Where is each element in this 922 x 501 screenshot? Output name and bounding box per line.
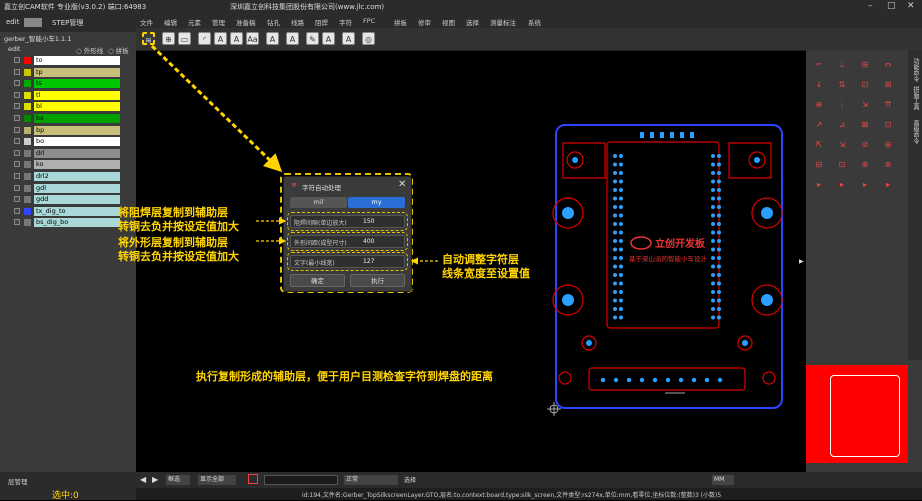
tool-icon-3[interactable]: ⇔ (881, 58, 895, 72)
display-all-button[interactable]: 显示全部 (198, 475, 236, 485)
tool-icon-22[interactable]: ⊕ (858, 158, 872, 172)
annotation-solder-line1: 将阻焊层复制到辅助层 (118, 206, 228, 219)
normal-dropdown[interactable]: 正常 (344, 475, 398, 485)
tool-icon-19[interactable]: ⊞ (881, 138, 895, 152)
annotation-solder-line2: 转铜去负并按设定值加大 (118, 220, 239, 233)
frame-select-icon[interactable] (248, 474, 258, 484)
annotation-execute: 执行复制形成的辅助层，便于用户目测检查字符到焊盘的距离 (196, 370, 493, 383)
tool-icon-1[interactable]: ⊥ (835, 58, 849, 72)
tool-icon-10[interactable]: ⇲ (858, 98, 872, 112)
tool-icon-6[interactable]: ⊡ (858, 78, 872, 92)
tool-icon-11[interactable]: ⇈ (881, 98, 895, 112)
tab-advanced-commands[interactable]: 高级命令 (911, 120, 920, 144)
tool-icon-25[interactable]: ▸ (835, 178, 849, 192)
tool-icon-15[interactable]: ⊡ (881, 118, 895, 132)
select-mode-dropdown[interactable]: 框选 (166, 475, 190, 485)
command-input[interactable] (264, 475, 338, 485)
tool-icon-17[interactable]: ⇲ (835, 138, 849, 152)
tool-icon-2[interactable]: ⊞ (858, 58, 872, 72)
status-text: id:194,文件名:Gerber_TopSilkscreenLayer.GTO… (302, 492, 722, 499)
annotation-char-line1: 自动调整字符层 (442, 253, 519, 266)
tool-icon-4[interactable]: ↓ (812, 78, 826, 92)
collapse-arrow-icon[interactable]: ▶ (799, 258, 804, 265)
annotation-char-line2: 线条宽度至设置值 (442, 267, 530, 280)
tool-icon-24[interactable]: ▸ (812, 178, 826, 192)
preview-outline (830, 375, 900, 457)
tool-icon-8[interactable]: ⊕ (812, 98, 826, 112)
tool-icon-14[interactable]: ⊠ (858, 118, 872, 132)
bottom-tool-icons[interactable] (472, 474, 592, 485)
tool-icon-0[interactable]: ⌐ (812, 58, 826, 72)
tool-icon-21[interactable]: ⊡ (835, 158, 849, 172)
tool-icon-12[interactable]: ↗ (812, 118, 826, 132)
next-arrow-icon[interactable]: ▶ (152, 475, 158, 484)
tool-icon-9[interactable]: ⋮ (835, 98, 849, 112)
annotation-outline-line1: 将外形层复制到辅助层 (118, 236, 228, 249)
tool-icon-16[interactable]: ⇱ (812, 138, 826, 152)
status-bar: id:194,文件名:Gerber_TopSilkscreenLayer.GTO… (136, 488, 922, 500)
unit-dropdown[interactable]: MM (712, 475, 734, 485)
tool-icon-18[interactable]: ⊘ (858, 138, 872, 152)
annotation-outline-line2: 转铜去负并按设定值加大 (118, 250, 239, 263)
bottom-toolbar: ◀ ▶ 框选 显示全部 正常 选择 MM (136, 472, 922, 488)
tool-icon-5[interactable]: ⇅ (835, 78, 849, 92)
prev-arrow-icon[interactable]: ◀ (140, 475, 146, 484)
select-label[interactable]: 选择 (404, 475, 416, 484)
tool-icon-26[interactable]: ▸ (858, 178, 872, 192)
tool-icon-20[interactable]: ⊟ (812, 158, 826, 172)
tool-icon-23[interactable]: ⊗ (881, 158, 895, 172)
tab-function-commands[interactable]: 功能命令 (911, 58, 920, 82)
tab-panel-tools[interactable]: 拼版工具 (911, 86, 920, 110)
tool-icon-13[interactable]: ⊿ (835, 118, 849, 132)
tool-icon-27[interactable]: ▸ (881, 178, 895, 192)
tool-icon-7[interactable]: ⊞ (881, 78, 895, 92)
